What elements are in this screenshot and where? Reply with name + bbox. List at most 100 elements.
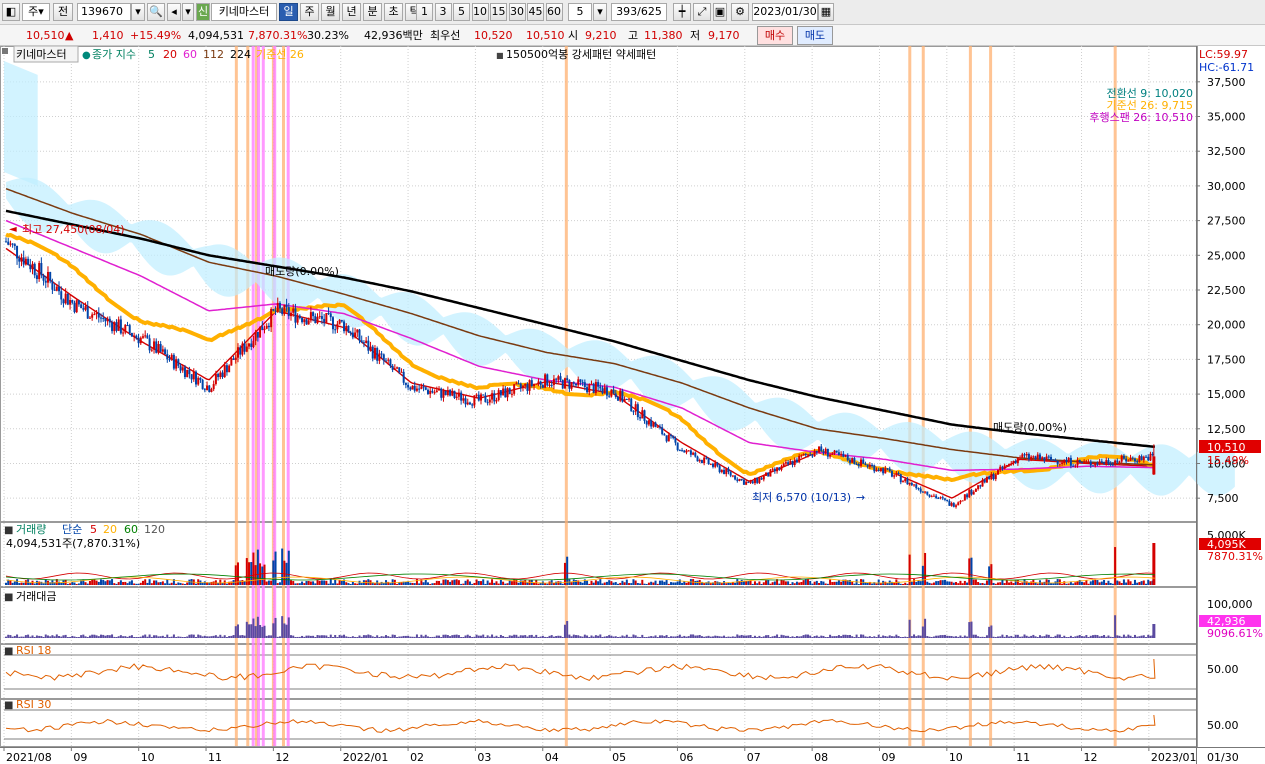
draw-tool-icon[interactable]: ⤢ <box>693 3 711 21</box>
prev-button[interactable]: 전 <box>53 3 73 21</box>
amount-bar <box>161 635 164 638</box>
minute-tab[interactable]: 3 <box>434 3 452 21</box>
quote-open-label: 시 <box>568 29 579 42</box>
volume-bar <box>994 583 997 585</box>
chart-type-icon[interactable]: ◧ <box>2 3 20 21</box>
candle-body <box>873 465 876 472</box>
theme-badge[interactable]: 신 <box>196 3 210 21</box>
minute-tab[interactable]: 1 <box>416 3 433 21</box>
volume-bar <box>614 582 617 585</box>
candle-body <box>747 481 750 483</box>
candle-body <box>1074 465 1077 467</box>
amount-bar <box>506 636 509 638</box>
amount-bar <box>530 634 533 638</box>
gear-icon[interactable]: ⚙ <box>731 3 749 21</box>
candle-body <box>111 322 114 332</box>
volume-bar <box>60 582 63 585</box>
amount-bar <box>1107 635 1110 638</box>
legend-dot-icon: ● <box>82 50 91 61</box>
minute-tab[interactable]: 15 <box>490 3 507 21</box>
minute-tab[interactable]: 45 <box>527 3 544 21</box>
candle-body <box>806 454 809 456</box>
volume-bar <box>968 558 971 585</box>
candle-body <box>464 398 467 405</box>
code-dropdown-icon[interactable]: ▾ <box>131 3 145 21</box>
amount-bar <box>734 636 737 638</box>
volume-bar <box>278 582 281 585</box>
amount-bar <box>398 636 401 638</box>
amount-bar <box>1032 634 1035 638</box>
volume-bar <box>429 583 432 585</box>
candle-body <box>992 474 995 480</box>
period-tab[interactable]: 일 <box>279 3 298 21</box>
period-tab[interactable]: 주 <box>300 3 319 21</box>
volume-bar <box>349 583 352 585</box>
candle-body <box>343 321 346 332</box>
range-field[interactable]: 393/625 <box>611 3 667 21</box>
chart-area[interactable]: 37,50035,00032,50030,00027,50025,00022,5… <box>0 46 1265 764</box>
volume-bar <box>502 581 505 585</box>
amount-bar <box>46 635 49 638</box>
amount-bar <box>661 635 664 638</box>
period-tab[interactable]: 초 <box>384 3 403 21</box>
candle-tool-icon[interactable]: ┿ <box>673 3 691 21</box>
volume-bar <box>758 581 761 585</box>
volume-bar <box>126 583 129 585</box>
amount-bar <box>716 635 719 638</box>
save-icon[interactable]: ▣ <box>713 3 727 21</box>
search-icon[interactable]: 🔍 <box>147 3 165 21</box>
volume-bar <box>645 583 648 585</box>
date-field[interactable]: 2023/01/30 <box>752 3 818 21</box>
volume-bar <box>340 580 343 585</box>
calendar-icon[interactable]: ▦ <box>818 3 834 21</box>
candle-body <box>24 258 27 265</box>
volume-bar <box>40 581 43 585</box>
volume-bar <box>480 581 483 585</box>
volume-bar <box>586 580 589 585</box>
amount-bar <box>1036 637 1039 638</box>
candle-body <box>396 367 399 369</box>
event-line-orange <box>1113 46 1117 746</box>
buy-button[interactable]: 매수 <box>757 26 793 45</box>
x-tick-label: 09 <box>881 751 895 764</box>
volume-bar <box>248 562 251 585</box>
code-input[interactable]: 139670 <box>77 3 131 21</box>
volume-bar <box>753 581 756 585</box>
sound-dropdown-icon[interactable]: ▾ <box>182 3 194 21</box>
amount-bar <box>389 636 392 638</box>
candle-body <box>924 491 927 493</box>
amount-bar <box>1058 634 1061 638</box>
count-select[interactable]: 5 <box>568 3 592 21</box>
count-dropdown-icon[interactable]: ▾ <box>593 3 607 21</box>
x-tick-label: 11 <box>208 751 222 764</box>
amount-bar <box>1014 634 1017 638</box>
candle-body <box>398 367 401 372</box>
candle-body <box>1145 456 1148 458</box>
minute-tab[interactable]: 60 <box>545 3 563 21</box>
period-tab[interactable]: 분 <box>363 3 382 21</box>
period-type-select[interactable]: 주▾ <box>22 3 50 21</box>
candle-body <box>860 459 863 466</box>
candle-body <box>681 450 684 452</box>
period-tab[interactable]: 월 <box>321 3 340 21</box>
volume-bar <box>1012 583 1015 585</box>
sell-button[interactable]: 매도 <box>797 26 833 45</box>
minute-tab[interactable]: 10 <box>471 3 489 21</box>
amount-bar <box>312 635 315 638</box>
minute-tab[interactable]: 30 <box>508 3 526 21</box>
amount-bar <box>1043 636 1046 638</box>
period-tab[interactable]: 년 <box>342 3 361 21</box>
candle-body <box>758 478 761 483</box>
volume-bar <box>360 583 363 585</box>
amount-bar <box>798 636 801 638</box>
volume-bar <box>899 583 902 585</box>
legend-name: 키네마스터 <box>16 48 67 61</box>
minute-tab[interactable]: 5 <box>453 3 470 21</box>
stock-name-field[interactable]: 키네마스터 <box>211 3 277 21</box>
candle-body <box>555 378 558 380</box>
amount-bar <box>590 635 593 638</box>
amount-bar <box>588 637 591 638</box>
candle-body <box>698 460 701 462</box>
sound-icon[interactable]: ◂ <box>167 3 181 21</box>
amount-bar <box>192 634 195 638</box>
